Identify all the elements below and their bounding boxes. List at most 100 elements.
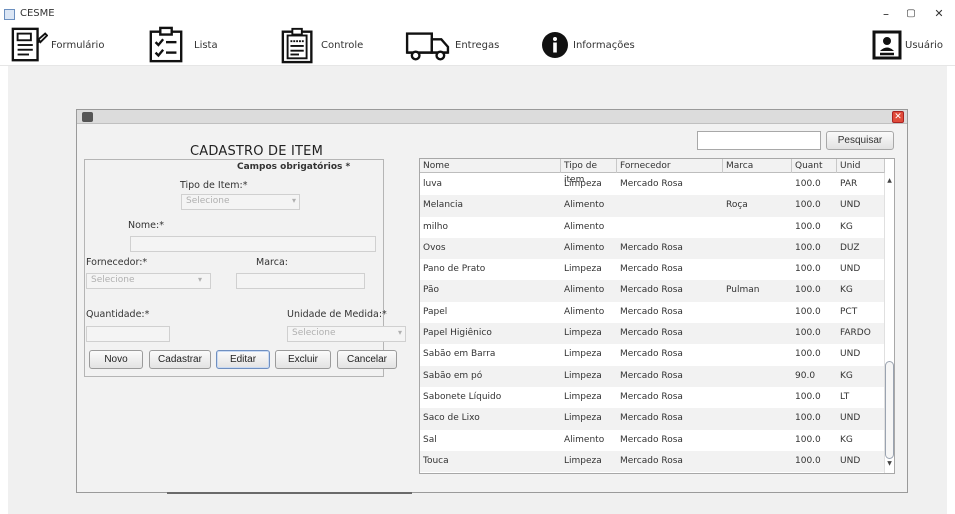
cell-fornecedor: Mercado Rosa xyxy=(620,306,683,317)
chevron-down-icon: ▾ xyxy=(197,275,202,284)
cell-marca xyxy=(723,408,792,429)
close-button[interactable]: ✕ xyxy=(925,6,953,22)
cell-unid: PAR xyxy=(840,179,858,189)
cell-tipo: Limpeza xyxy=(564,328,602,339)
table-row[interactable]: Saco de Lixo Limpeza Mercado Rosa 100.0 UND xyxy=(420,408,885,430)
column-header-quant[interactable]: Quant xyxy=(792,159,837,173)
table-row[interactable]: Sal Alimento Mercado Rosa 100.0 KG xyxy=(420,430,885,451)
table-row[interactable]: Touca Limpeza Mercado Rosa 100.0 UND xyxy=(420,450,885,473)
cell-marca xyxy=(723,302,792,323)
frame-menu-icon[interactable] xyxy=(82,112,93,122)
window-title: CESME xyxy=(20,8,55,19)
toolbar-item-lista[interactable]: Lista xyxy=(147,24,218,66)
excluir-button[interactable]: Excluir xyxy=(275,350,331,369)
table-scrollbar[interactable]: ▲ ▼ xyxy=(884,173,894,473)
cell-tipo: Alimento xyxy=(564,221,605,232)
toolbar-item-controle[interactable]: Controle xyxy=(280,24,363,66)
cell-marca xyxy=(723,387,792,408)
cell-fornecedor: Mercado Rosa xyxy=(620,349,683,360)
cell-quant: 100.0 xyxy=(795,221,821,232)
nome-input[interactable] xyxy=(130,236,376,252)
novo-button[interactable]: Novo xyxy=(89,350,143,369)
frame-close-icon[interactable]: ✕ xyxy=(892,111,904,123)
cell-unid: DUZ xyxy=(840,242,860,253)
toolbar-item-formulario[interactable]: Formulário xyxy=(10,24,104,66)
tipo-item-select[interactable]: Selecione ▾ xyxy=(181,194,300,210)
column-header-marca[interactable]: Marca xyxy=(723,159,792,173)
cell-marca: Pulman xyxy=(726,285,760,296)
cell-fornecedor xyxy=(617,195,723,216)
cell-quant: 100.0 xyxy=(795,328,821,339)
column-header-fornecedor[interactable]: Fornecedor xyxy=(617,159,723,173)
table-row[interactable]: milho Alimento 100.0 KG xyxy=(420,217,885,238)
cadastrar-button[interactable]: Cadastrar xyxy=(149,350,211,369)
scroll-up-icon[interactable]: ▲ xyxy=(885,177,894,187)
fornecedor-select[interactable]: Selecione ▾ xyxy=(86,273,211,289)
cell-quant: 100.0 xyxy=(795,391,821,402)
table-body: luva Limpeza Mercado Rosa 100.0 PAR Melancia A… xyxy=(420,174,885,473)
column-header-tipo[interactable]: Tipo de item xyxy=(561,159,617,185)
cell-quant: 100.0 xyxy=(795,200,821,211)
cell-marca: Roça xyxy=(726,200,748,211)
cell-fornecedor: Mercado Rosa xyxy=(620,242,683,253)
toolbar-item-usuario[interactable]: Usuário xyxy=(872,24,943,66)
cell-nome: Saco de Lixo xyxy=(423,413,480,424)
cell-fornecedor: Mercado Rosa xyxy=(620,413,683,424)
table-row[interactable]: Ovos Alimento Mercado Rosa 100.0 DUZ xyxy=(420,237,885,260)
table-row[interactable]: Sabão em pó Limpeza Mercado Rosa 90.0 KG xyxy=(420,365,885,387)
table-row[interactable]: luva Limpeza Mercado Rosa 100.0 PAR xyxy=(420,174,885,195)
cell-tipo: Limpeza xyxy=(564,413,602,424)
form-title: CADASTRO DE ITEM xyxy=(190,144,323,159)
info-icon xyxy=(542,32,568,58)
cell-quant: 90.0 xyxy=(795,370,816,381)
quantidade-label: Quantidade:* xyxy=(86,309,150,320)
cell-unid: KG xyxy=(840,370,853,381)
cell-quant: 100.0 xyxy=(795,434,821,445)
frame-bottom-divider xyxy=(167,492,412,494)
cell-nome: milho xyxy=(423,221,448,232)
cell-tipo: Limpeza xyxy=(564,391,602,402)
toolbar-item-entregas[interactable]: Entregas xyxy=(404,24,499,66)
cell-fornecedor: Mercado Rosa xyxy=(620,370,683,381)
frame-title-bar: ✕ xyxy=(77,110,907,124)
cancelar-button[interactable]: Cancelar xyxy=(337,350,397,369)
form-panel xyxy=(84,159,384,377)
cell-fornecedor: Mercado Rosa xyxy=(620,179,683,189)
table-row[interactable]: Melancia Alimento Roça 100.0 UND xyxy=(420,195,885,217)
cell-marca xyxy=(723,451,792,472)
cell-unid: PCT xyxy=(840,306,858,317)
toolbar-item-informacoes[interactable]: Informações xyxy=(541,24,635,66)
table-row[interactable]: Papel Alimento Mercado Rosa 100.0 PCT xyxy=(420,302,885,323)
form-icon xyxy=(11,27,48,62)
minimize-button[interactable]: – xyxy=(872,6,900,22)
app-icon xyxy=(4,9,15,20)
cell-fornecedor xyxy=(617,217,723,238)
column-header-unid[interactable]: Unid xyxy=(837,159,885,173)
scroll-down-icon[interactable]: ▼ xyxy=(885,460,894,470)
table-row[interactable]: Pão Alimento Mercado Rosa Pulman 100.0 KG xyxy=(420,280,885,302)
required-note: Campos obrigatórios * xyxy=(237,162,351,172)
cell-marca xyxy=(723,217,792,238)
cell-nome: Papel xyxy=(423,306,448,317)
main-toolbar: Formulário Lista Controle Entregas Infor… xyxy=(0,24,955,66)
table-row[interactable]: Papel Higiênico Limpeza Mercado Rosa 100.0 F… xyxy=(420,323,885,345)
quantidade-input[interactable] xyxy=(86,326,170,342)
editar-button[interactable]: Editar xyxy=(216,350,270,369)
items-table[interactable]: Nome Tipo de item Fornecedor Marca Quant… xyxy=(419,158,895,474)
table-row[interactable]: Pano de Prato Limpeza Mercado Rosa 100.0 UND xyxy=(420,259,885,280)
cell-tipo: Limpeza xyxy=(564,349,602,360)
cell-tipo: Limpeza xyxy=(564,455,602,466)
cell-nome: Ovos xyxy=(423,242,446,253)
maximize-button[interactable]: ▢ xyxy=(897,6,925,22)
cell-marca xyxy=(723,366,792,387)
marca-input[interactable] xyxy=(236,273,365,289)
column-header-nome[interactable]: Nome xyxy=(420,159,561,173)
cell-marca xyxy=(723,430,792,451)
search-button[interactable]: Pesquisar xyxy=(826,131,894,150)
table-row[interactable]: Sabão em Barra Limpeza Mercado Rosa 100.0 UN… xyxy=(420,344,885,365)
table-row[interactable]: Sabonete Líquido Limpeza Mercado Rosa 100.0… xyxy=(420,387,885,408)
unidade-medida-select[interactable]: Selecione ▾ xyxy=(287,326,406,342)
search-input[interactable] xyxy=(697,131,821,150)
scroll-thumb[interactable] xyxy=(885,361,894,459)
cell-unid: KG xyxy=(840,434,853,445)
